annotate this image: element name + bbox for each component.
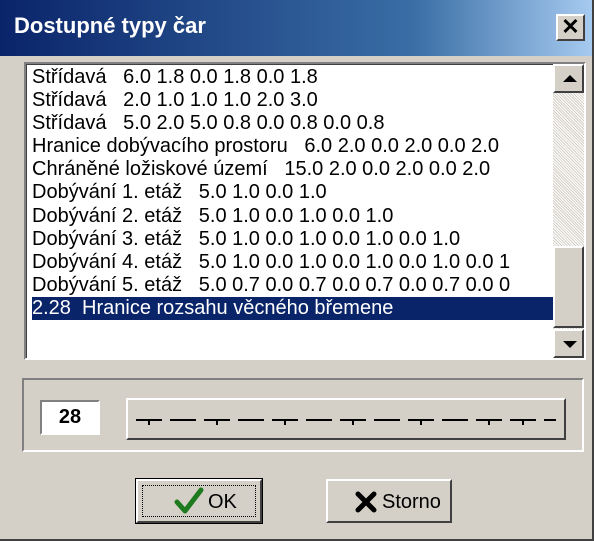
dialog-window: Dostupné typy čar ✕ Střídavá 6.0 1.8 0.0… [0, 0, 594, 541]
list-item[interactable]: Dobývání 3. etáž 5.0 1.0 0.0 1.0 0.0 1.0… [32, 228, 558, 251]
preview-group: 28 [22, 378, 584, 452]
x-icon [355, 491, 377, 513]
line-number-field: 28 [40, 400, 100, 435]
ok-button[interactable]: OK [135, 478, 263, 524]
list-item[interactable]: Dobývání 2. etáž 5.0 1.0 0.0 1.0 0.0 1.0 [32, 205, 558, 228]
line-types-list[interactable]: Střídavá 6.0 1.8 0.0 1.8 0.0 1.8 Střídavá… [24, 62, 586, 360]
vertical-scrollbar[interactable] [553, 64, 584, 358]
list-item[interactable]: Chráněné ložiskové území 15.0 2.0 0.0 2.… [32, 158, 558, 181]
list-item[interactable]: Dobývání 5. etáž 5.0 0.7 0.0 0.7 0.0 0.7… [32, 274, 558, 297]
close-icon: ✕ [561, 14, 580, 39]
checkmark-icon [174, 487, 204, 514]
list-item[interactable]: Dobývání 4. etáž 5.0 1.0 0.0 1.0 0.0 1.0… [32, 251, 558, 274]
close-button[interactable]: ✕ [556, 14, 585, 41]
arrow-up-icon [563, 75, 577, 82]
line-pattern-preview [136, 419, 556, 425]
list-item[interactable]: 2.28 Hranice rozsahu věcného břemene [32, 296, 558, 321]
scroll-thumb[interactable] [553, 246, 584, 328]
list-item[interactable]: Střídavá 2.0 1.0 1.0 1.0 2.0 3.0 [32, 89, 558, 112]
storno-button[interactable]: Storno [326, 479, 452, 523]
list-item[interactable]: Střídavá 6.0 1.8 0.0 1.8 0.0 1.8 [32, 66, 558, 89]
scroll-down-button[interactable] [553, 329, 584, 358]
arrow-down-icon [563, 341, 577, 348]
line-preview-button[interactable] [126, 398, 566, 440]
ok-label: OK [208, 491, 237, 513]
list-item[interactable]: Střídavá 5.0 2.0 5.0 0.8 0.0 0.8 0.0 0.8 [32, 112, 558, 135]
scroll-up-button[interactable] [553, 64, 584, 93]
list-item[interactable]: Hranice dobývacího prostoru 6.0 2.0 0.0 … [32, 135, 558, 158]
list-item[interactable]: Dobývání 1. etáž 5.0 1.0 0.0 1.0 [32, 181, 558, 204]
title-bar[interactable]: Dostupné typy čar ✕ [0, 0, 592, 56]
list-items: Střídavá 6.0 1.8 0.0 1.8 0.0 1.8 Střídavá… [32, 66, 558, 321]
dialog-title: Dostupné typy čar [14, 13, 206, 38]
storno-label: Storno [382, 491, 441, 513]
